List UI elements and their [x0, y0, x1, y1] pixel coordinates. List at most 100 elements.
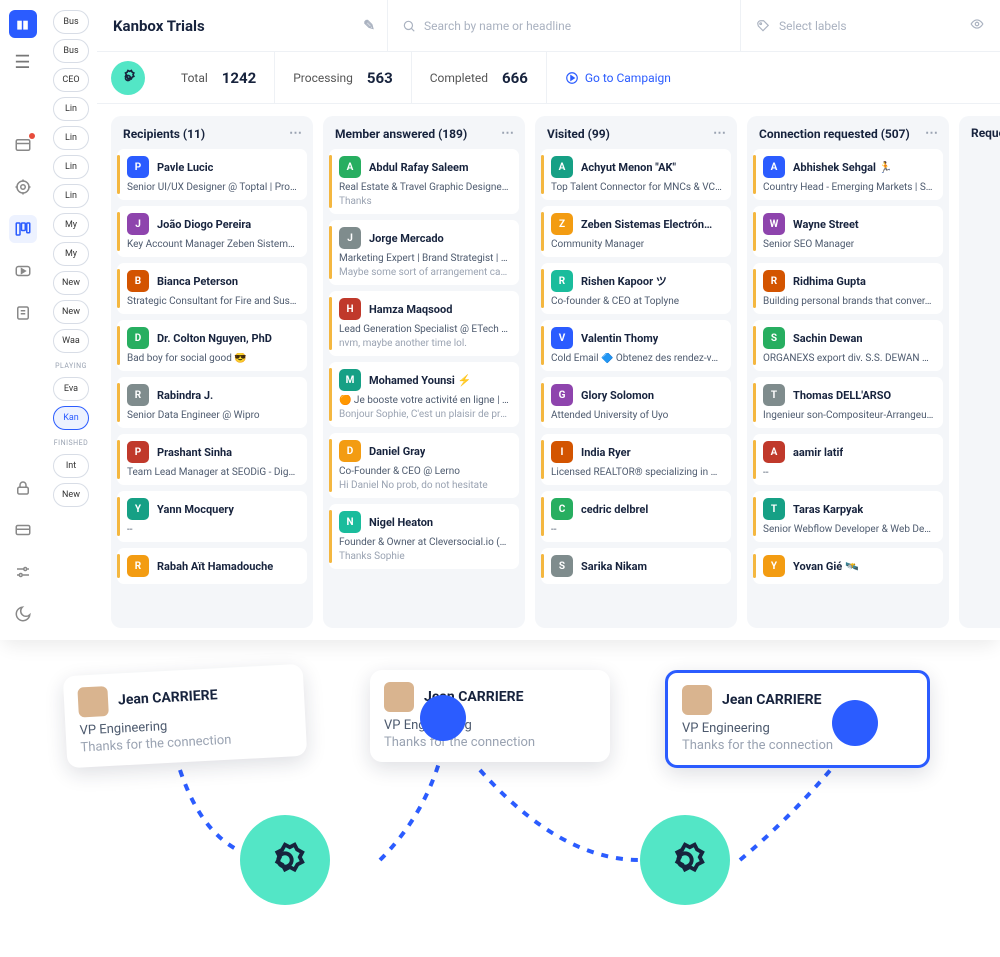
- column-menu-button[interactable]: ⋯: [713, 126, 727, 141]
- column-title: Connection requested (507): [759, 127, 910, 141]
- promo-card: Jean CARRIERE VP Engineering Thanks for …: [63, 664, 307, 768]
- campaign-chip[interactable]: Lin: [53, 126, 89, 150]
- main-panel: Kanbox Trials ✎ Search by name or headli…: [97, 0, 1000, 640]
- kanban-card[interactable]: Ccedric delbrel--: [541, 491, 731, 542]
- kanban-card[interactable]: JJoão Diogo PereiraKey Account Manager Z…: [117, 206, 307, 257]
- kanban-card[interactable]: SSachin DewanORGANEXS export div. S.S. D…: [753, 320, 943, 371]
- kanban-card[interactable]: NNigel HeatonFounder & Owner at Cleverso…: [329, 504, 519, 569]
- doc-icon[interactable]: [9, 299, 37, 327]
- kanban-card[interactable]: YYovan Gié 🛰️: [753, 548, 943, 584]
- stat-processing: Processing 563: [275, 52, 412, 103]
- kanban-card[interactable]: SSarika Nikam: [541, 548, 731, 584]
- card-subtitle: Community Manager: [551, 239, 723, 250]
- card-name: João Diogo Pereira: [157, 218, 251, 231]
- kanban-card[interactable]: RRabah Aït Hamadouche: [117, 548, 307, 584]
- lock-icon[interactable]: [9, 474, 37, 502]
- automation-gear-button[interactable]: [111, 61, 145, 95]
- campaign-chip[interactable]: CEO: [53, 68, 89, 92]
- kanban-card[interactable]: AAbdul Rafay SaleemReal Estate & Travel …: [329, 149, 519, 214]
- card-avatar: A: [763, 156, 785, 178]
- kanban-card[interactable]: TThomas DELL'ARSOIngenieur son-Composite…: [753, 377, 943, 428]
- card-icon[interactable]: [9, 516, 37, 544]
- card-subtitle: Marketing Expert | Brand Strategist | …: [339, 253, 511, 264]
- card-subtitle: Founder & Owner at Cleversocial.io (…: [339, 537, 511, 548]
- labels-select[interactable]: Select labels: [740, 0, 1000, 51]
- app-logo[interactable]: ▮▮: [9, 10, 37, 38]
- section-label-finished: FINISHED: [54, 439, 88, 447]
- card-subtitle: Bad boy for social good 😎: [127, 353, 299, 364]
- card-subtitle: 🟠 Je booste votre activité en ligne | N…: [339, 395, 511, 406]
- search-input[interactable]: Search by name or headline: [387, 0, 740, 51]
- card-avatar: T: [763, 384, 785, 406]
- kanban-card[interactable]: WWayne StreetSenior SEO Manager: [753, 206, 943, 257]
- kanban-card[interactable]: YYann Mocquery--: [117, 491, 307, 542]
- kanban-card[interactable]: HHamza MaqsoodLead Generation Specialist…: [329, 291, 519, 356]
- card-avatar: S: [763, 327, 785, 349]
- card-name: Ridhima Gupta: [793, 275, 866, 288]
- campaign-chip[interactable]: New: [53, 483, 89, 507]
- kanban-card[interactable]: RRabindra J.Senior Data Engineer @ Wipro: [117, 377, 307, 428]
- kanban-card[interactable]: TTaras KarpyakSenior Webflow Developer &…: [753, 491, 943, 542]
- campaign-chip[interactable]: New: [53, 300, 89, 324]
- edit-title-icon[interactable]: ✎: [363, 18, 375, 34]
- campaign-chip[interactable]: Lin: [53, 184, 89, 208]
- kanban-card[interactable]: DDr. Colton Nguyen, PhDBad boy for socia…: [117, 320, 307, 371]
- moon-icon[interactable]: [9, 600, 37, 628]
- campaign-chip[interactable]: Lin: [53, 97, 89, 121]
- card-avatar: P: [127, 156, 149, 178]
- campaign-chip-active[interactable]: Kan: [53, 406, 89, 430]
- card-avatar: A: [763, 441, 785, 463]
- card-name: Hamza Maqsood: [369, 303, 452, 316]
- sliders-icon[interactable]: [9, 558, 37, 586]
- hamburger-icon[interactable]: ☰: [14, 52, 30, 73]
- kanban-card[interactable]: DDaniel GrayCo-Founder & CEO @ LernoHi D…: [329, 433, 519, 498]
- card-avatar: A: [551, 156, 573, 178]
- card-name: Thomas DELL'ARSO: [793, 389, 891, 402]
- column-menu-button[interactable]: ⋯: [501, 126, 515, 141]
- promo-name: Jean CARRIERE: [118, 687, 218, 708]
- kanban-card[interactable]: IIndia RyerLicensed REALTOR® specializin…: [541, 434, 731, 485]
- kanban-card[interactable]: AAchyut Menon "AK"Top Talent Connector f…: [541, 149, 731, 200]
- go-to-campaign-link[interactable]: Go to Campaign: [547, 71, 671, 85]
- campaign-chip[interactable]: Int: [53, 454, 89, 478]
- column-menu-button[interactable]: ⋯: [289, 126, 303, 141]
- card-name: Dr. Colton Nguyen, PhD: [157, 332, 272, 345]
- kanban-card[interactable]: GGlory SolomonAttended University of Uyo: [541, 377, 731, 428]
- campaign-column: Bus Bus CEO Lin Lin Lin Lin My My New Ne…: [45, 0, 97, 640]
- kanban-card[interactable]: PPrashant SinhaTeam Lead Manager at SEOD…: [117, 434, 307, 485]
- campaign-chip[interactable]: New: [53, 271, 89, 295]
- campaign-chip[interactable]: Bus: [53, 10, 89, 34]
- target-icon[interactable]: [9, 173, 37, 201]
- kanban-card[interactable]: MMohamed Younsi ⚡🟠 Je booste votre activ…: [329, 362, 519, 427]
- card-avatar: H: [339, 298, 361, 320]
- campaign-chip[interactable]: Waa: [53, 329, 89, 353]
- campaign-chip[interactable]: Lin: [53, 155, 89, 179]
- kanban-card[interactable]: AAbhishek Sehgal 🏃Country Head - Emergin…: [753, 149, 943, 200]
- kanban-card[interactable]: BBianca PetersonStrategic Consultant for…: [117, 263, 307, 314]
- card-name: Prashant Sinha: [157, 446, 232, 459]
- card-message: nvm, maybe another time lol.: [339, 338, 511, 349]
- campaign-chip[interactable]: Eva: [53, 377, 89, 401]
- inbox-icon[interactable]: [9, 131, 37, 159]
- promo-avatar: [682, 685, 712, 715]
- kanban-icon[interactable]: [9, 215, 37, 243]
- kanban-card[interactable]: RRishen Kapoor ツCo-founder & CEO at Topl…: [541, 263, 731, 314]
- campaign-chip[interactable]: My: [53, 213, 89, 237]
- card-avatar: R: [127, 555, 149, 577]
- kanban-card[interactable]: PPavle LucicSenior UI/UX Designer @ Topt…: [117, 149, 307, 200]
- kanban-card[interactable]: RRidhima GuptaBuilding personal brands t…: [753, 263, 943, 314]
- search-icon: [402, 19, 416, 33]
- kanban-card[interactable]: Aaamir latif--: [753, 434, 943, 485]
- campaign-chip[interactable]: My: [53, 242, 89, 266]
- visibility-icon[interactable]: [968, 17, 986, 34]
- card-name: Glory Solomon: [581, 389, 654, 402]
- gear-icon: [662, 837, 708, 883]
- campaign-chip[interactable]: Bus: [53, 39, 89, 63]
- column-menu-button[interactable]: ⋯: [925, 126, 939, 141]
- kanban-card[interactable]: JJorge MercadoMarketing Expert | Brand S…: [329, 220, 519, 285]
- kanban-card[interactable]: VValentin ThomyCold Email 🔷 Obtenez des …: [541, 320, 731, 371]
- video-icon[interactable]: [9, 257, 37, 285]
- card-name: Yovan Gié 🛰️: [793, 560, 859, 573]
- kanban-card[interactable]: ZZeben Sistemas Electrón…Community Manag…: [541, 206, 731, 257]
- card-subtitle: Licensed REALTOR® specializing in S…: [551, 467, 723, 478]
